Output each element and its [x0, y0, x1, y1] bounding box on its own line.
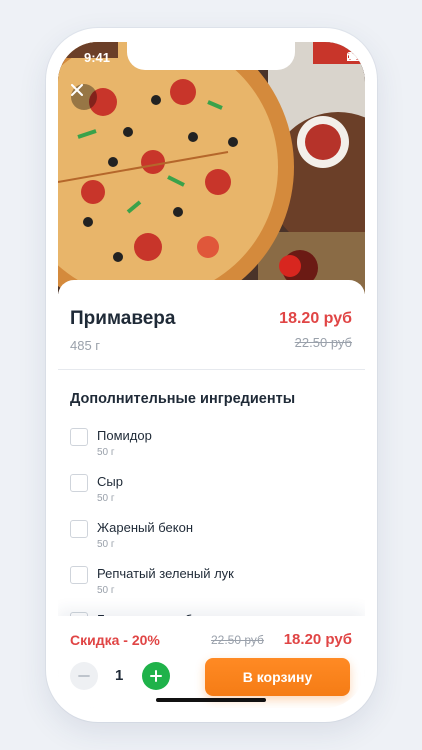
ingredient-checkbox[interactable]: [70, 520, 88, 538]
product-weight: 485 г: [70, 338, 101, 353]
ingredient-checkbox[interactable]: [70, 566, 88, 584]
increase-quantity-button[interactable]: [142, 662, 170, 690]
screen: 9:41 Примавера 485 г 18.20 руб 22.50 руб…: [58, 42, 365, 708]
product-old-price: 22.50 руб: [294, 335, 352, 350]
ingredient-weight: 50 г: [97, 493, 115, 504]
status-time: 9:41: [84, 50, 111, 65]
phone-frame: 9:41 Примавера 485 г 18.20 руб 22.50 руб…: [46, 28, 377, 722]
ingredient-weight: 50 г: [97, 585, 115, 596]
battery-icon: [347, 52, 365, 61]
product-title: Примавера: [70, 308, 176, 329]
ingredient-name: Помидор: [97, 428, 152, 443]
product-price: 18.20 руб: [279, 310, 352, 327]
home-indicator: [156, 698, 266, 702]
ingredient-name: Репчатый зеленый лук: [97, 566, 234, 581]
ingredients-title: Дополнительные ингредиенты: [70, 391, 296, 407]
ingredient-name: Жареный бекон: [97, 520, 194, 535]
close-button[interactable]: [71, 84, 97, 110]
ingredient-weight: 50 г: [97, 539, 115, 550]
ingredient-checkbox[interactable]: [70, 428, 88, 446]
ingredient-item[interactable]: Помидор 50 г: [70, 428, 350, 468]
discount-label: Скидка - 20%: [70, 632, 160, 648]
ingredient-item[interactable]: Жареный бекон 50 г: [70, 520, 350, 560]
ingredient-item[interactable]: Сыр 50 г: [70, 474, 350, 514]
close-icon: [71, 84, 83, 96]
summary-price: 18.20 руб: [283, 631, 352, 648]
add-to-cart-button[interactable]: В корзину: [205, 658, 350, 696]
notch: [127, 42, 295, 70]
ingredient-item[interactable]: Репчатый зеленый лук 50 г: [70, 566, 350, 606]
ingredient-checkbox[interactable]: [70, 474, 88, 492]
summary-old-price: 22.50 руб: [211, 633, 264, 647]
minus-icon: [78, 675, 90, 677]
cart-summary-bar: Скидка - 20% 22.50 руб 18.20 руб 1 В кор…: [58, 616, 365, 708]
ingredient-weight: 50 г: [97, 447, 115, 458]
pizza-photo: 9:41: [58, 42, 365, 294]
ingredient-name: Сыр: [97, 474, 123, 489]
plus-icon: [150, 670, 162, 682]
decrease-quantity-button[interactable]: [70, 662, 98, 690]
divider: [58, 369, 365, 370]
quantity-value: 1: [115, 667, 124, 684]
